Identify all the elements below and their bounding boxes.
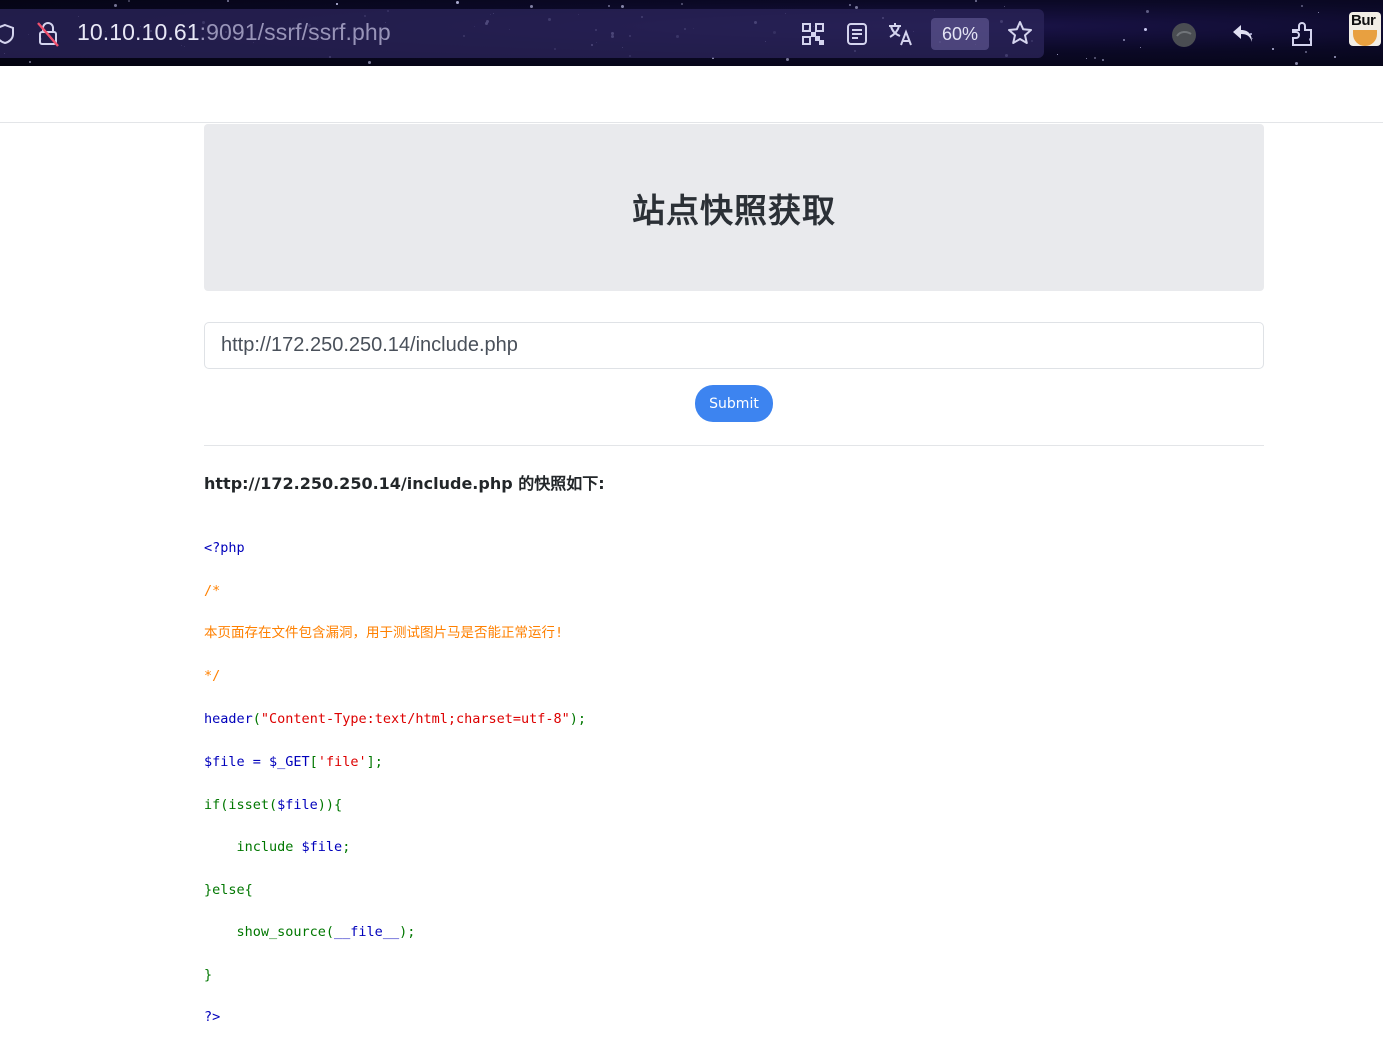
- toolbar-star: [530, 5, 533, 8]
- back-arrow-icon[interactable]: [1229, 20, 1257, 48]
- toolbar-star: [456, 1, 459, 4]
- code-line: show_source(__file__);: [204, 922, 416, 942]
- code-token: header: [204, 711, 253, 727]
- snapshot-heading: http://172.250.250.14/include.php 的快照如下:: [204, 474, 605, 493]
- browser-toolbar: 10.10.10.61:9091/ssrf/ssrf.php 60% Bur: [0, 0, 1383, 66]
- code-token: (: [252, 711, 261, 727]
- translate-icon[interactable]: [885, 19, 915, 49]
- toolbar-star: [368, 61, 371, 64]
- toolbar-star: [227, 0, 229, 2]
- code-token: $file: [301, 839, 343, 855]
- bookmark-star-icon[interactable]: [1006, 19, 1034, 47]
- code-line: ?>: [204, 1009, 221, 1025]
- toolbar-star: [1057, 54, 1058, 55]
- url-input[interactable]: [204, 322, 1264, 369]
- toolbar-star: [1086, 58, 1087, 59]
- code-line: */: [204, 668, 221, 684]
- page-header-jumbotron: 站点快照获取: [204, 124, 1264, 291]
- divider: [204, 445, 1264, 446]
- url-text[interactable]: 10.10.10.61:9091/ssrf/ssrf.php: [77, 17, 391, 47]
- code-token: ;: [342, 839, 351, 855]
- toolbar-star: [1123, 39, 1125, 41]
- toolbar-star: [29, 61, 31, 63]
- toolbar-star: [1272, 48, 1274, 50]
- code-token: ];: [366, 754, 383, 770]
- toolbar-star: [849, 4, 851, 6]
- burp-extension-icon[interactable]: Bur: [1349, 12, 1381, 46]
- toolbar-star: [1146, 10, 1149, 13]
- toolbar-star: [621, 5, 624, 8]
- toolbar-star: [1004, 6, 1005, 7]
- toolbar-star: [1094, 57, 1096, 59]
- code-line: }else{: [204, 882, 253, 898]
- toolbar-star: [336, 3, 338, 5]
- code-token: "Content-Type:text/html;charset=utf-8": [260, 711, 570, 727]
- submit-button[interactable]: Submit: [695, 385, 773, 422]
- page-title: 站点快照获取: [632, 190, 836, 230]
- toolbar-star: [975, 0, 977, 2]
- account-avatar-icon[interactable]: [1170, 21, 1197, 48]
- toolbar-star: [1102, 59, 1104, 61]
- code-line: header("Content-Type:text/html;charset=u…: [204, 709, 586, 729]
- toolbar-star: [608, 5, 610, 7]
- toolbar-star: [681, 3, 683, 5]
- zoom-level-badge[interactable]: 60%: [931, 18, 989, 50]
- code-token: )){: [317, 797, 343, 813]
- reader-view-icon[interactable]: [843, 20, 871, 48]
- code-line: 本页面存在文件包含漏洞，用于测试图片马是否能正常运行!: [204, 625, 564, 641]
- url-path: :9091/ssrf/ssrf.php: [199, 19, 391, 45]
- code-token: __file__: [334, 924, 400, 940]
- toolbar-star: [1140, 47, 1141, 48]
- extensions-icon[interactable]: [1288, 19, 1316, 49]
- code-line: }: [204, 967, 213, 983]
- qr-code-icon[interactable]: [799, 20, 827, 48]
- code-token: [: [309, 754, 318, 770]
- code-line: <?php: [204, 540, 245, 556]
- insecure-lock-icon[interactable]: [34, 20, 62, 48]
- code-line: if(isset($file)){: [204, 795, 342, 815]
- code-token: );: [569, 711, 587, 727]
- url-host: 10.10.10.61: [77, 19, 200, 45]
- code-line: $file = $_GET['file'];: [204, 752, 383, 772]
- toolbar-star: [114, 4, 117, 7]
- code-token: $file = $_GET: [204, 754, 310, 770]
- code-token: if(isset(: [204, 797, 278, 813]
- shield-icon[interactable]: [0, 21, 18, 47]
- code-line: include $file;: [204, 837, 351, 857]
- page-navbar: [0, 66, 1383, 123]
- code-token: $file: [277, 797, 318, 813]
- toolbar-star: [128, 0, 130, 2]
- toolbar-star: [1334, 56, 1336, 58]
- code-line: /*: [204, 583, 221, 599]
- burp-label: Bur: [1351, 12, 1376, 29]
- toolbar-star: [1144, 28, 1147, 31]
- toolbar-star: [786, 58, 789, 61]
- code-token: include: [204, 839, 302, 855]
- toolbar-star: [1295, 62, 1298, 65]
- code-token: );: [399, 924, 416, 940]
- code-token: show_source(: [204, 924, 335, 940]
- code-token: 'file': [317, 754, 367, 770]
- toolbar-star: [1305, 51, 1307, 53]
- toolbar-star: [1318, 12, 1319, 13]
- toolbar-star: [1301, 5, 1303, 7]
